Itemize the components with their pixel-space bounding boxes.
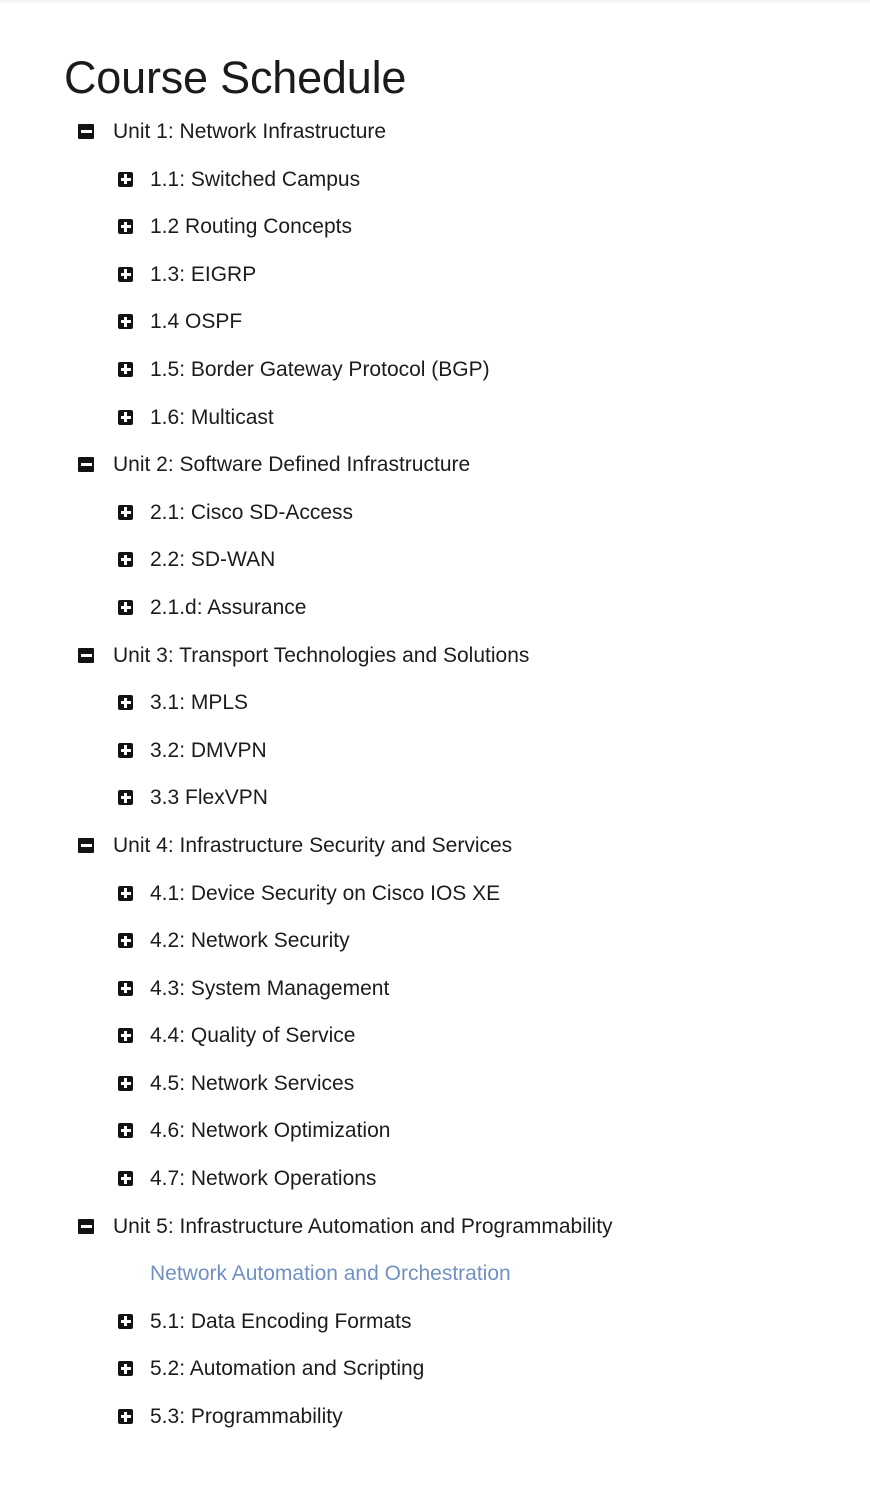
lesson-label: 5.1: Data Encoding Formats <box>150 1309 412 1333</box>
outline-link-label[interactable]: Network Automation and Orchestration <box>150 1262 511 1286</box>
lesson-row-3-3-flexvpn[interactable]: 3.3 FlexVPN <box>0 786 870 834</box>
lesson-label: 1.4 OSPF <box>150 310 243 334</box>
lesson-label: 2.1.d: Assurance <box>150 595 307 619</box>
lesson-label: 3.3 FlexVPN <box>150 786 268 810</box>
plus-square-icon[interactable] <box>118 695 133 711</box>
minus-square-icon[interactable] <box>78 837 94 853</box>
lesson-label: 2.1: Cisco SD-Access <box>150 500 354 524</box>
unit-row-unit-3-transport-technologies-and-solutions[interactable]: Unit 3: Transport Technologies and Solut… <box>0 644 870 692</box>
lesson-row-3-1-mpls[interactable]: 3.1: MPLS <box>0 691 870 739</box>
lesson-label: 1.2 Routing Concepts <box>150 215 352 239</box>
course-outline-tree: Unit 1: Network Infrastructure 1.1: Switc… <box>0 120 870 1453</box>
lesson-row-1-4-ospf[interactable]: 1.4 OSPF <box>0 310 870 358</box>
unit-label: Unit 4: Infrastructure Security and Serv… <box>113 833 513 857</box>
lesson-row-3-2-dmvpn[interactable]: 3.2: DMVPN <box>0 739 870 787</box>
lesson-row-1-2-routing-concepts[interactable]: 1.2 Routing Concepts <box>0 215 870 263</box>
plus-square-icon[interactable] <box>118 1075 133 1091</box>
plus-square-icon[interactable] <box>118 1123 133 1139</box>
plus-square-icon[interactable] <box>118 1028 133 1044</box>
lesson-label: 3.1: MPLS <box>150 691 249 715</box>
lesson-row-2-2-sd-wan[interactable]: 2.2: SD-WAN <box>0 548 870 596</box>
plus-square-icon[interactable] <box>118 504 133 520</box>
plus-square-icon[interactable] <box>118 885 133 901</box>
lesson-row-4-3-system-management[interactable]: 4.3: System Management <box>0 977 870 1025</box>
lesson-row-4-7-network-operations[interactable]: 4.7: Network Operations <box>0 1167 870 1215</box>
lesson-row-1-3-eigrp[interactable]: 1.3: EIGRP <box>0 263 870 311</box>
lesson-label: 1.3: EIGRP <box>150 262 257 286</box>
plus-square-icon[interactable] <box>118 219 133 235</box>
unit-label: Unit 2: Software Defined Infrastructure <box>113 453 471 477</box>
minus-square-icon[interactable] <box>78 1218 94 1234</box>
lesson-label: 4.3: System Management <box>150 976 390 1000</box>
unit-label: Unit 3: Transport Technologies and Solut… <box>113 643 530 667</box>
lesson-label: 4.4: Quality of Service <box>150 1024 356 1048</box>
plus-square-icon[interactable] <box>118 1361 133 1377</box>
lesson-label: 4.6: Network Optimization <box>150 1119 391 1143</box>
plus-square-icon[interactable] <box>118 742 133 758</box>
minus-square-icon[interactable] <box>78 647 94 663</box>
lesson-row-2-1-d-assurance[interactable]: 2.1.d: Assurance <box>0 596 870 644</box>
plus-square-icon[interactable] <box>118 1313 133 1329</box>
lesson-row-4-6-network-optimization[interactable]: 4.6: Network Optimization <box>0 1119 870 1167</box>
lesson-label: 4.1: Device Security on Cisco IOS XE <box>150 881 501 905</box>
plus-square-icon[interactable] <box>118 552 133 568</box>
lesson-label: 2.2: SD-WAN <box>150 548 276 572</box>
plus-square-icon[interactable] <box>118 790 133 806</box>
lesson-row-4-4-quality-of-service[interactable]: 4.4: Quality of Service <box>0 1024 870 1072</box>
plus-square-icon[interactable] <box>118 409 133 425</box>
plus-square-icon[interactable] <box>118 361 133 377</box>
plus-square-icon[interactable] <box>118 266 133 282</box>
lesson-label: 5.3: Programmability <box>150 1405 343 1429</box>
lesson-label: 1.6: Multicast <box>150 405 274 429</box>
plus-square-icon[interactable] <box>118 980 133 996</box>
lesson-label: 4.5: Network Services <box>150 1071 355 1095</box>
unit-label: Unit 5: Infrastructure Automation and Pr… <box>113 1214 613 1238</box>
lesson-label: 4.2: Network Security <box>150 929 350 953</box>
lesson-row-2-1-cisco-sd-access[interactable]: 2.1: Cisco SD-Access <box>0 501 870 549</box>
plus-square-icon[interactable] <box>118 599 133 615</box>
lesson-row-1-5-border-gateway-protocol-bgp[interactable]: 1.5: Border Gateway Protocol (BGP) <box>0 358 870 406</box>
lesson-row-4-1-device-security-on-cisco-ios-xe[interactable]: 4.1: Device Security on Cisco IOS XE <box>0 882 870 930</box>
unit-row-unit-1-network-infrastructure[interactable]: Unit 1: Network Infrastructure <box>0 120 870 168</box>
lesson-row-5-3-programmability[interactable]: 5.3: Programmability <box>0 1405 870 1453</box>
lesson-row-5-2-automation-and-scripting[interactable]: 5.2: Automation and Scripting <box>0 1357 870 1405</box>
lesson-row-1-6-multicast[interactable]: 1.6: Multicast <box>0 406 870 454</box>
course-schedule-page: Course Schedule Unit 1: Network Infrastr… <box>0 0 870 1503</box>
lesson-label: 1.1: Switched Campus <box>150 167 361 191</box>
lesson-row-4-5-network-services[interactable]: 4.5: Network Services <box>0 1072 870 1120</box>
unit-row-unit-2-software-defined-infrastructure[interactable]: Unit 2: Software Defined Infrastructure <box>0 453 870 501</box>
plus-square-icon[interactable] <box>118 1409 133 1425</box>
plus-square-icon[interactable] <box>118 171 133 187</box>
plus-square-icon[interactable] <box>118 1171 133 1187</box>
lesson-row-1-1-switched-campus[interactable]: 1.1: Switched Campus <box>0 168 870 216</box>
lesson-label: 5.2: Automation and Scripting <box>150 1357 425 1381</box>
minus-square-icon[interactable] <box>78 457 94 473</box>
lesson-label: 3.2: DMVPN <box>150 738 267 762</box>
unit-row-unit-4-infrastructure-security-and-services[interactable]: Unit 4: Infrastructure Security and Serv… <box>0 834 870 882</box>
minus-square-icon[interactable] <box>78 124 94 139</box>
lesson-label: 1.5: Border Gateway Protocol (BGP) <box>150 357 490 381</box>
unit-row-unit-5-infrastructure-automation-and-programmabi[interactable]: Unit 5: Infrastructure Automation and Pr… <box>0 1215 870 1263</box>
unit-label: Unit 1: Network Infrastructure <box>113 120 387 143</box>
lesson-row-5-1-data-encoding-formats[interactable]: 5.1: Data Encoding Formats <box>0 1310 870 1358</box>
outline-link-network-automation-and-orchestration[interactable]: Network Automation and Orchestration <box>0 1262 870 1310</box>
plus-square-icon[interactable] <box>118 314 133 330</box>
page-title: Course Schedule <box>64 52 407 104</box>
plus-square-icon[interactable] <box>118 933 133 949</box>
lesson-label: 4.7: Network Operations <box>150 1167 377 1191</box>
lesson-row-4-2-network-security[interactable]: 4.2: Network Security <box>0 929 870 977</box>
